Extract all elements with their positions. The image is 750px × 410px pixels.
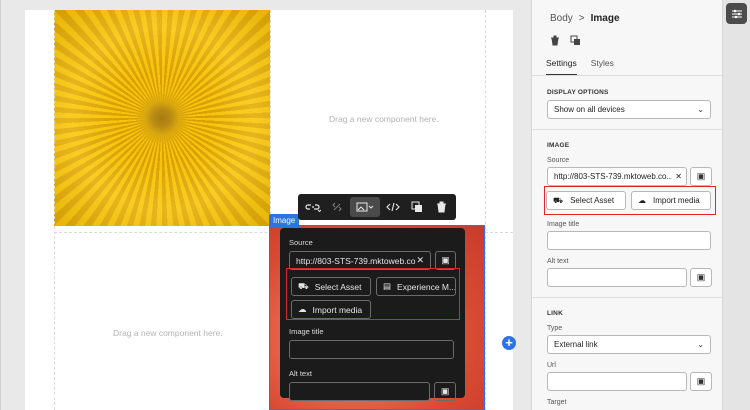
column-divider — [485, 10, 486, 410]
image-component-tag[interactable]: Image — [269, 214, 300, 227]
chevron-down-icon: ⌄ — [697, 340, 704, 349]
settings-sliders-icon[interactable] — [726, 3, 747, 24]
panel-tabs: Settings Styles — [546, 58, 614, 76]
display-options-select[interactable]: Show on all devices ⌄ — [547, 100, 711, 119]
alt-text-browse-icon[interactable]: ▣ — [434, 382, 456, 401]
breadcrumb-body[interactable]: Body — [550, 13, 573, 24]
image-title-label: Image title — [547, 221, 580, 228]
image-section-title: IMAGE — [547, 142, 570, 149]
clear-icon[interactable]: ✕ — [416, 255, 424, 266]
source-label: Source — [289, 238, 313, 247]
email-canvas: Drag a new component here. Drag a new co… — [0, 0, 531, 410]
url-browse-icon[interactable]: ▣ — [690, 372, 712, 391]
code-icon[interactable] — [382, 197, 404, 217]
divider — [532, 297, 722, 298]
trash-icon[interactable] — [430, 197, 452, 217]
duplicate-icon[interactable] — [406, 197, 428, 217]
drag-hint-bottom: Drag a new component here. — [113, 328, 223, 338]
display-options-value: Show on all devices — [554, 105, 625, 114]
chevron-down-icon: ⌄ — [697, 105, 704, 114]
divider — [532, 75, 722, 76]
type-label: Type — [547, 325, 563, 332]
image-title-input[interactable] — [547, 231, 711, 250]
highlight-box-panel — [544, 186, 716, 215]
tab-settings[interactable]: Settings — [546, 58, 577, 76]
source-value: http://803-STS-739.mktoweb.co... — [296, 255, 417, 266]
drag-hint-top: Drag a new component here. — [329, 114, 439, 124]
clear-icon[interactable]: ✕ — [675, 172, 682, 181]
trash-icon[interactable] — [550, 35, 560, 49]
alt-text-label: Alt text — [289, 369, 312, 378]
right-rail — [722, 0, 750, 410]
add-component-button[interactable]: + — [502, 336, 516, 350]
flower-image[interactable] — [54, 10, 270, 226]
alt-text-browse-icon[interactable]: ▣ — [690, 268, 712, 287]
alt-text-label: Alt text — [547, 258, 569, 265]
divider — [532, 129, 722, 130]
highlight-box-popover — [286, 268, 460, 320]
component-toolbar — [298, 194, 456, 220]
unlink-icon[interactable] — [326, 197, 348, 217]
column-divider — [54, 10, 55, 410]
source-label: Source — [547, 157, 570, 164]
url-input[interactable] — [547, 372, 687, 391]
link-type-select[interactable]: External link ⌄ — [547, 335, 711, 354]
image-title-input[interactable] — [289, 340, 454, 359]
link-type-value: External link — [554, 340, 598, 349]
breadcrumb: Body > Image — [550, 13, 620, 24]
breadcrumb-separator: > — [578, 13, 585, 24]
tab-styles[interactable]: Styles — [591, 58, 614, 76]
link-icon[interactable] — [302, 197, 324, 217]
source-input[interactable]: http://803-STS-739.mktoweb.co... ✕ — [547, 167, 687, 186]
panel-tools — [550, 35, 581, 49]
alt-text-input[interactable] — [547, 268, 687, 287]
display-options-title: DISPLAY OPTIONS — [547, 89, 609, 96]
alt-text-input[interactable] — [289, 382, 431, 401]
target-label: Target — [547, 399, 567, 406]
link-section-title: LINK — [547, 310, 563, 317]
breadcrumb-image: Image — [590, 13, 620, 24]
source-value: http://803-STS-739.mktoweb.co... — [554, 172, 673, 181]
url-label: Url — [547, 362, 556, 369]
image-title-label: Image title — [289, 327, 324, 336]
duplicate-icon[interactable] — [570, 35, 581, 49]
properties-panel: Body > Image Settings Styles DISPLAY OPT… — [531, 0, 722, 410]
image-icon[interactable] — [350, 197, 380, 217]
browse-icon[interactable]: ▣ — [690, 167, 712, 186]
